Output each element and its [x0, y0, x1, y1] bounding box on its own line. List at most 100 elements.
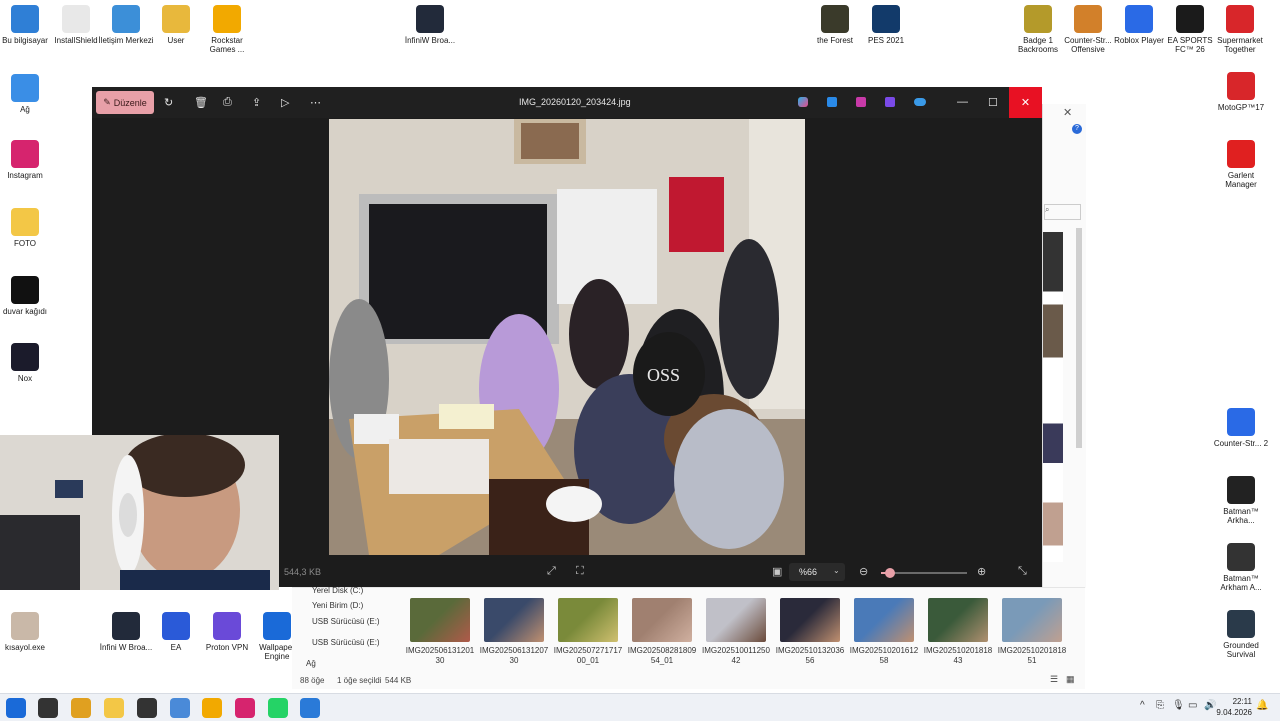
desktop-shortcut[interactable]: Proton VPN: [199, 612, 255, 652]
zoom-dropdown[interactable]: %66 ⌄: [789, 563, 845, 581]
desktop-shortcut[interactable]: Roblox Player: [1111, 5, 1167, 45]
desktop-shortcut[interactable]: İletişim Merkezi: [98, 5, 154, 45]
notification-icon[interactable]: 🔔: [1256, 700, 1268, 711]
photo-thumbnail[interactable]: [854, 598, 914, 642]
whatsapp-icon[interactable]: [268, 698, 288, 718]
windows-start-icon[interactable]: [6, 698, 26, 718]
desktop-shortcut[interactable]: InstallShield: [48, 5, 104, 45]
tray-chevron-icon[interactable]: ^: [1140, 700, 1145, 711]
photo-thumbnail[interactable]: [780, 598, 840, 642]
copilot-icon[interactable]: [798, 97, 808, 107]
fit-icon[interactable]: ⤢: [547, 565, 556, 578]
onedrive-icon[interactable]: [914, 98, 926, 106]
desktop-shortcut[interactable]: Counter-Str... Offensive: [1060, 5, 1116, 54]
desktop-shortcut[interactable]: PES 2021: [858, 5, 914, 45]
instagram-icon[interactable]: [235, 698, 255, 718]
desktop-shortcut[interactable]: Ağ: [0, 74, 53, 114]
search-icon[interactable]: [38, 698, 58, 718]
print-icon[interactable]: ⎙: [223, 96, 232, 109]
photos-app-icon[interactable]: [170, 698, 190, 718]
desktop-shortcut[interactable]: Nox: [0, 343, 53, 383]
microphone-icon[interactable]: 🎙: [1172, 700, 1185, 711]
batman-icon: [1227, 476, 1255, 504]
desktop-shortcut-label: İletişim Merkezi: [98, 36, 154, 45]
slideshow-icon[interactable]: ▷: [281, 96, 289, 109]
desktop-shortcut[interactable]: EA SPORTS FC™ 26: [1162, 5, 1218, 54]
nav-tree-item[interactable]: Yerel Disk (C:): [312, 586, 363, 595]
desktop-shortcut[interactable]: Instagram: [0, 140, 53, 180]
desktop-shortcut[interactable]: Batman™ Arkha...: [1213, 476, 1269, 525]
desktop-shortcut[interactable]: Garlent Manager: [1213, 140, 1269, 189]
scrollbar[interactable]: [1076, 228, 1082, 448]
photo-editor-icon[interactable]: [885, 97, 895, 107]
more-icon[interactable]: ⋯: [310, 96, 321, 109]
zoom-slider-thumb[interactable]: [884, 568, 895, 578]
search-icon[interactable]: ⌕: [1044, 204, 1081, 220]
desktop-shortcut[interactable]: Rockstar Games ...: [199, 5, 255, 54]
photo-thumbnail[interactable]: [928, 598, 988, 642]
network-icon[interactable]: ▭: [1188, 700, 1197, 711]
photo-thumbnail[interactable]: [1002, 598, 1062, 642]
share-icon[interactable]: ⇪: [252, 96, 261, 109]
close-button[interactable]: ✕: [1009, 87, 1042, 118]
delete-icon[interactable]: 🗑: [194, 96, 208, 109]
desktop-shortcut[interactable]: Bu bilgisayar: [0, 5, 53, 45]
file-explorer-icon[interactable]: [104, 698, 124, 718]
minimize-button[interactable]: —: [957, 96, 968, 108]
actual-size-icon[interactable]: ⛶: [576, 565, 584, 578]
photo-thumbnail[interactable]: [558, 598, 618, 642]
svg-text:OSS: OSS: [647, 365, 680, 385]
clock[interactable]: 22:11 9.04.2026: [1204, 696, 1252, 718]
webcam-image: [0, 435, 279, 590]
photo-thumbnail[interactable]: [484, 598, 544, 642]
desktop-shortcut[interactable]: Supermarket Together: [1212, 5, 1268, 54]
tray-app-icon[interactable]: ⎘: [1156, 700, 1164, 711]
desktop-shortcut[interactable]: Badge 1 Backrooms: [1010, 5, 1066, 54]
fullscreen-icon[interactable]: ⤡: [1018, 565, 1027, 578]
desktop-shortcut-label: Ağ: [20, 105, 30, 114]
photo-thumbnail[interactable]: [410, 598, 470, 642]
nav-tree-item[interactable]: USB Sürücüsü (E:): [312, 617, 380, 626]
desktop-shortcut[interactable]: duvar kağıdı: [0, 276, 53, 316]
fill-window-icon[interactable]: ▣: [772, 565, 782, 578]
close-icon[interactable]: ✕: [1063, 106, 1072, 119]
desktop-shortcut[interactable]: the Forest: [807, 5, 863, 45]
desktop-shortcut[interactable]: kısayol.exe: [0, 612, 53, 652]
clipchamp-icon[interactable]: [856, 97, 866, 107]
edit-label: Düzenle: [113, 97, 147, 108]
desktop-shortcut[interactable]: EA: [148, 612, 204, 652]
zoom-in-icon[interactable]: ⊕: [977, 565, 986, 578]
desktop-shortcut[interactable]: User: [148, 5, 204, 45]
maximize-button[interactable]: ☐: [988, 96, 998, 109]
nav-tree-item[interactable]: Yeni Birim (D:): [312, 601, 363, 610]
photo-thumbnail[interactable]: [632, 598, 692, 642]
desktop-shortcut[interactable]: Batman™ Arkham A...: [1213, 543, 1269, 592]
desktop-shortcut-label: Proton VPN: [205, 643, 249, 652]
photo-thumbnail[interactable]: [706, 598, 766, 642]
thumbnail-label: IMG20251020161258: [849, 646, 919, 665]
chrome-icon[interactable]: [71, 698, 91, 718]
desktop-shortcut[interactable]: İnfini W Broa...: [98, 612, 154, 652]
rockstar-icon[interactable]: [202, 698, 222, 718]
zoom-slider[interactable]: [881, 568, 967, 578]
details-view-icon[interactable]: ☰: [1050, 674, 1058, 685]
edit-button[interactable]: ✎ Düzenle: [96, 91, 154, 114]
garlent-icon[interactable]: [137, 698, 157, 718]
desktop-shortcut[interactable]: İnfiniW Broa...: [402, 5, 458, 45]
desktop-shortcut[interactable]: Counter-Str... 2: [1213, 408, 1269, 448]
thumbnail-label: IMG20251020181851: [997, 646, 1067, 665]
desktop-shortcut[interactable]: MotoGP™17: [1213, 72, 1269, 112]
rotate-icon[interactable]: ↻: [164, 96, 173, 109]
thumbnail-label: IMG20251001125042: [702, 646, 770, 665]
photo-image: OSS: [329, 119, 805, 555]
nav-tree-item[interactable]: USB Sürücüsü (E:): [312, 638, 380, 647]
help-icon[interactable]: ?: [1072, 124, 1082, 134]
desktop-shortcut[interactable]: FOTO: [0, 208, 53, 248]
designer-icon[interactable]: [827, 97, 837, 107]
nav-tree-item[interactable]: Ağ: [306, 659, 316, 668]
desktop-shortcut[interactable]: Grounded Survival: [1213, 610, 1269, 659]
desktop-shortcut-label: the Forest: [816, 36, 853, 45]
tiles-view-icon[interactable]: ▦: [1066, 674, 1075, 685]
photos-viewer-icon[interactable]: [300, 698, 320, 718]
zoom-out-icon[interactable]: ⊖: [859, 565, 868, 578]
